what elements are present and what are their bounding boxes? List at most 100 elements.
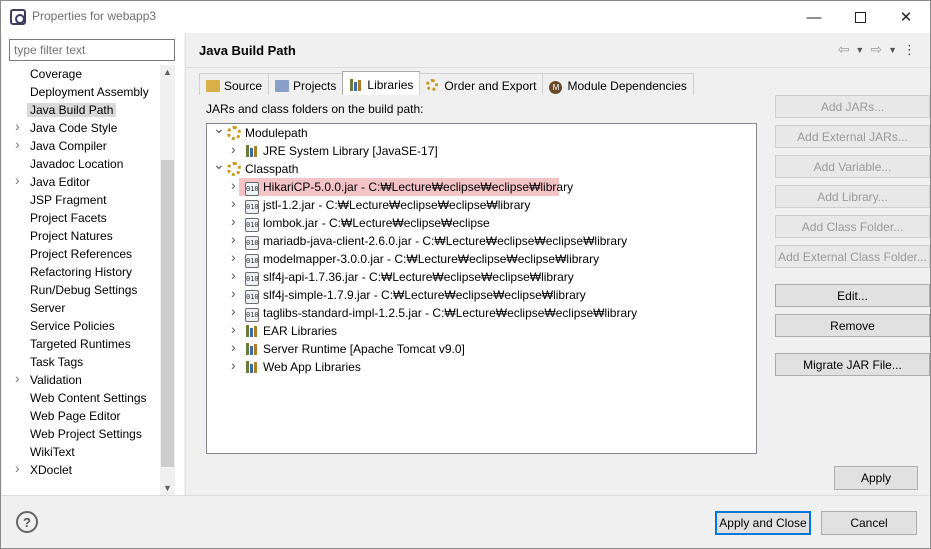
- sidebar-item[interactable]: Targeted Runtimes: [2, 335, 160, 353]
- jar-entry[interactable]: › 010 modelmapper-3.0.0.jar - C:₩Lecture₩e…: [207, 249, 747, 268]
- add-jars-button[interactable]: Add JARs...: [775, 95, 930, 118]
- nav-scrollbar[interactable]: ▲ ▼: [160, 65, 175, 495]
- collapsed-twisty-icon[interactable]: ›: [231, 267, 236, 283]
- jar-entry[interactable]: › 010 HikariCP-5.0.0.jar - C:₩Lecture₩ecli…: [231, 177, 573, 196]
- forward-dropdown-icon[interactable]: ▼: [888, 45, 897, 55]
- sidebar-item[interactable]: Service Policies: [2, 317, 160, 335]
- add-library-button[interactable]: Add Library...: [775, 185, 930, 208]
- sidebar-item[interactable]: Coverage: [2, 65, 160, 83]
- collapsed-twisty-icon[interactable]: ›: [231, 249, 236, 265]
- tree-group[interactable]: ⌄ Modulepath: [207, 124, 747, 142]
- jar-entry[interactable]: › 010 slf4j-api-1.7.36.jar - C:₩Lecture₩ec…: [207, 267, 747, 286]
- sidebar-item[interactable]: WikiText: [2, 443, 160, 461]
- sidebar-item[interactable]: › Java Compiler: [2, 136, 160, 155]
- close-button[interactable]: ✕: [883, 1, 929, 33]
- library-icon: [245, 144, 259, 158]
- tab-order-and-export[interactable]: Order and Export: [419, 73, 544, 95]
- add-class-folder-button[interactable]: Add Class Folder...: [775, 215, 930, 238]
- view-menu-icon[interactable]: ⋮: [903, 42, 916, 58]
- tree-group[interactable]: ⌄ Classpath: [207, 156, 747, 178]
- collapsed-twisty-icon[interactable]: ›: [231, 357, 236, 373]
- help-icon[interactable]: ?: [16, 511, 38, 533]
- source-folder-icon: [206, 79, 220, 93]
- sidebar-item-label: Java Code Style: [30, 121, 118, 135]
- filter-input[interactable]: [9, 39, 175, 61]
- sidebar-item[interactable]: Refactoring History: [2, 263, 160, 281]
- expand-chevron-icon[interactable]: ›: [15, 136, 20, 152]
- collapsed-twisty-icon[interactable]: ›: [231, 231, 236, 247]
- jar-entry[interactable]: › 010 mariadb-java-client-2.6.0.jar - C:₩L…: [207, 231, 747, 250]
- library-entry[interactable]: › EAR Libraries: [207, 321, 747, 340]
- build-path-tabs: Source Projects Libraries Order and Export M…: [199, 71, 694, 95]
- collapsed-twisty-icon[interactable]: ›: [231, 141, 236, 157]
- sidebar-item[interactable]: Project References: [2, 245, 160, 263]
- forward-arrow-icon[interactable]: ⇨: [870, 41, 882, 58]
- collapsed-twisty-icon[interactable]: ›: [231, 213, 236, 229]
- collapsed-twisty-icon[interactable]: ›: [231, 195, 236, 211]
- collapsed-twisty-icon[interactable]: ›: [231, 303, 236, 319]
- library-icon: [245, 360, 259, 374]
- jar-entry[interactable]: › 010 jstl-1.2.jar - C:₩Lecture₩eclipse₩ec…: [207, 195, 747, 214]
- scroll-up-icon[interactable]: ▲: [163, 67, 172, 77]
- sidebar-item-label: Task Tags: [30, 355, 84, 369]
- collapsed-twisty-icon[interactable]: ›: [231, 285, 236, 301]
- expand-chevron-icon[interactable]: ›: [15, 172, 20, 188]
- back-arrow-icon[interactable]: ⇦: [838, 41, 850, 58]
- jar-entry[interactable]: › 010 taglibs-standard-impl-1.2.5.jar - C:…: [207, 303, 747, 322]
- sidebar-item[interactable]: Javadoc Location: [2, 155, 160, 173]
- sidebar-item[interactable]: › Java Editor: [2, 172, 160, 191]
- maximize-button[interactable]: [837, 1, 883, 33]
- expand-chevron-icon[interactable]: ›: [15, 460, 20, 476]
- sidebar-item[interactable]: Java Build Path: [2, 101, 160, 119]
- expanded-twisty-icon[interactable]: ⌄: [213, 156, 225, 173]
- scroll-down-icon[interactable]: ▼: [163, 483, 172, 493]
- add-external-class-folder-button[interactable]: Add External Class Folder...: [775, 245, 930, 268]
- tab-projects[interactable]: Projects: [268, 73, 344, 95]
- tab-module-dependencies[interactable]: M Module Dependencies: [542, 73, 694, 95]
- sidebar-item[interactable]: Web Content Settings: [2, 389, 160, 407]
- apply-button[interactable]: Apply: [834, 466, 918, 490]
- remove-button[interactable]: Remove: [775, 314, 930, 337]
- title-bar[interactable]: Properties for webapp3 — ✕: [1, 1, 930, 33]
- add-external-jars-button[interactable]: Add External JARs...: [775, 125, 930, 148]
- sidebar-item[interactable]: Task Tags: [2, 353, 160, 371]
- sidebar-item[interactable]: Web Project Settings: [2, 425, 160, 443]
- expanded-twisty-icon[interactable]: ⌄: [213, 124, 225, 137]
- path-group-icon: [227, 126, 241, 140]
- tab-libraries[interactable]: Libraries: [342, 71, 421, 95]
- jar-entry[interactable]: › 010 lombok.jar - C:₩Lecture₩eclipse₩ecli…: [207, 213, 747, 232]
- collapsed-twisty-icon[interactable]: ›: [231, 177, 236, 193]
- sidebar-item[interactable]: Project Facets: [2, 209, 160, 227]
- sidebar-item[interactable]: JSP Fragment: [2, 191, 160, 209]
- library-entry[interactable]: › JRE System Library [JavaSE-17]: [207, 141, 747, 160]
- jar-entry[interactable]: › 010 slf4j-simple-1.7.9.jar - C:₩Lecture₩…: [207, 285, 747, 304]
- sidebar-item-label: Java Compiler: [30, 139, 107, 153]
- tab-source[interactable]: Source: [199, 73, 270, 95]
- apply-and-close-button[interactable]: Apply and Close: [715, 511, 811, 535]
- edit-button[interactable]: Edit...: [775, 284, 930, 307]
- expand-chevron-icon[interactable]: ›: [15, 370, 20, 386]
- collapsed-twisty-icon[interactable]: ›: [231, 339, 236, 355]
- sidebar-item[interactable]: › Validation: [2, 370, 160, 389]
- migrate-jar-file-button[interactable]: Migrate JAR File...: [775, 353, 930, 376]
- scroll-thumb[interactable]: [161, 160, 174, 467]
- sidebar-item[interactable]: Deployment Assembly: [2, 83, 160, 101]
- add-variable-button[interactable]: Add Variable...: [775, 155, 930, 178]
- sidebar-item[interactable]: › Java Code Style: [2, 118, 160, 137]
- minimize-button[interactable]: —: [791, 1, 837, 33]
- back-dropdown-icon[interactable]: ▼: [855, 45, 864, 55]
- expand-chevron-icon[interactable]: ›: [15, 118, 20, 134]
- sidebar-item[interactable]: Project Natures: [2, 227, 160, 245]
- sidebar-item[interactable]: Run/Debug Settings: [2, 281, 160, 299]
- tree-entry-label: Server Runtime [Apache Tomcat v9.0]: [263, 342, 465, 356]
- sidebar-item[interactable]: Server: [2, 299, 160, 317]
- build-path-tree[interactable]: ⌄ Modulepath › JRE System Library [JavaSE-1…: [206, 123, 757, 454]
- cancel-button[interactable]: Cancel: [821, 511, 917, 535]
- collapsed-twisty-icon[interactable]: ›: [231, 321, 236, 337]
- sidebar-item[interactable]: › XDoclet: [2, 460, 160, 479]
- library-entry[interactable]: › Web App Libraries: [207, 357, 747, 376]
- sidebar-item[interactable]: Web Page Editor: [2, 407, 160, 425]
- maximize-icon: [854, 11, 866, 23]
- tab-label: Order and Export: [444, 78, 537, 93]
- library-entry[interactable]: › Server Runtime [Apache Tomcat v9.0]: [207, 339, 747, 358]
